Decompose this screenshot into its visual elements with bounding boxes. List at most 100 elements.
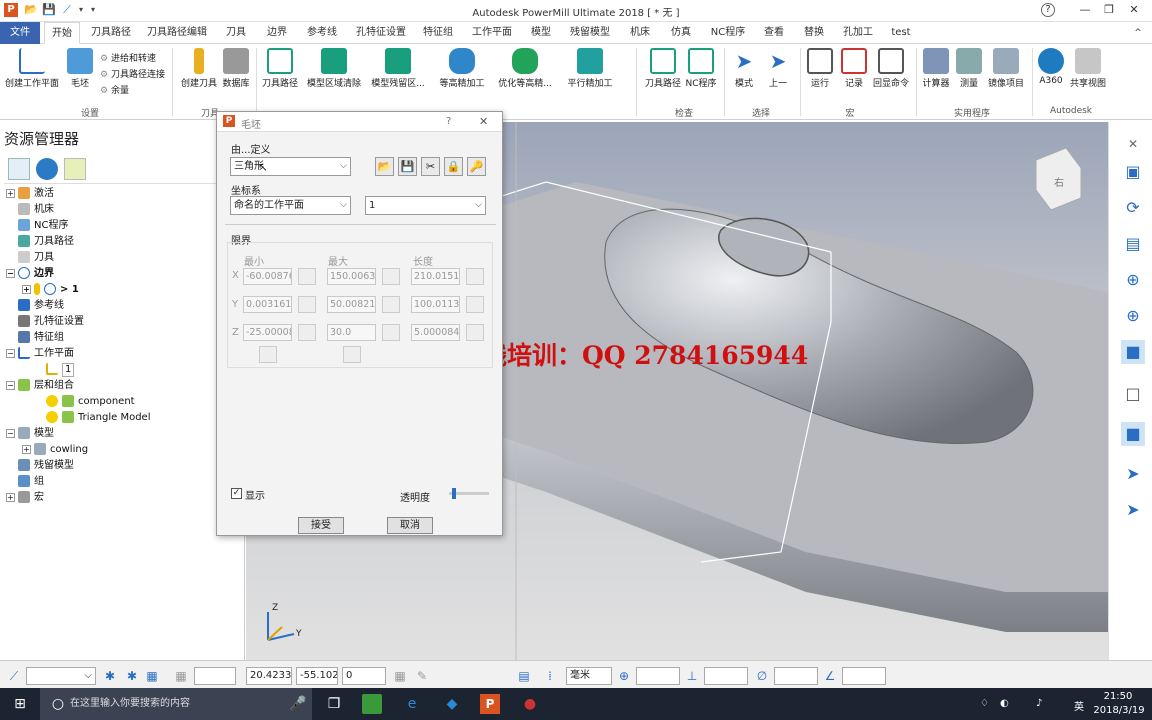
ribbon-collapse-icon[interactable]: ^ — [1128, 22, 1148, 44]
tree-item-boundary-1[interactable]: + > 1 — [22, 282, 79, 298]
zoom-in-icon[interactable]: ⊕ — [1121, 304, 1145, 328]
close-toolbar-icon[interactable]: ✕ — [1121, 132, 1145, 156]
recorder-icon[interactable]: ● — [520, 694, 540, 714]
optimized-constant-z-button[interactable]: 优化等高精... — [494, 48, 556, 89]
zoom-refresh-icon[interactable]: ⟳ — [1121, 196, 1145, 220]
y-min-lock-icon[interactable] — [298, 296, 316, 313]
tree-item-boundaries[interactable]: − 边界 — [6, 266, 54, 282]
open-model-icon[interactable]: 📂 — [375, 157, 394, 176]
taskbar-search-box[interactable]: 在这里输入你要搜索的内容 — [40, 688, 312, 720]
z-min-field[interactable]: -25.00008 — [243, 324, 292, 341]
define-by-select[interactable]: 三角形 ⌵ — [230, 157, 351, 176]
tree-item-levels[interactable]: − 层和组合 — [6, 378, 74, 394]
reset-min-icon[interactable] — [259, 346, 277, 363]
y-min-field[interactable]: 0.003161 — [243, 296, 292, 313]
microphone-icon[interactable]: 🎤 — [288, 694, 308, 714]
diameter-icon[interactable]: ∅ — [754, 668, 770, 684]
app-icon-green[interactable] — [362, 694, 382, 714]
calculate-icon[interactable]: ✂ — [421, 157, 440, 176]
clock-date[interactable]: 2018/3/19 — [1092, 705, 1146, 716]
select-arrow-icon[interactable]: ➤ — [1121, 462, 1145, 486]
tab-pattern[interactable]: 参考线 — [303, 22, 341, 44]
dialog-close-button[interactable]: ✕ — [479, 115, 488, 128]
thickness-button[interactable]: ⚙ 余量 — [100, 83, 129, 96]
tree-item-stock-models[interactable]: 残留模型 — [6, 458, 74, 474]
reset-max-icon[interactable] — [343, 346, 361, 363]
raster-finish-button[interactable]: 平行精加工 — [562, 48, 618, 89]
recycle-bin-icon[interactable] — [64, 158, 86, 180]
coord-system-select[interactable]: 命名的工作平面 ⌵ — [230, 196, 351, 215]
tab-workplane[interactable]: 工作平面 — [470, 22, 514, 44]
tree-item-patterns[interactable]: 参考线 — [6, 298, 64, 314]
tool-axis-icon[interactable]: ⊥ — [684, 668, 700, 684]
close-button[interactable]: ✕ — [1124, 2, 1144, 18]
shaded-view-icon[interactable]: ■ — [1121, 340, 1145, 364]
lock-icon[interactable]: 🔒 — [444, 157, 463, 176]
z-max-field[interactable]: 30.0 — [327, 324, 376, 341]
powermill-taskbar-icon[interactable]: P — [480, 694, 500, 714]
measure-button[interactable]: 测量 — [954, 48, 984, 89]
document-refresh-icon[interactable]: ▤ — [1121, 232, 1145, 256]
zoom-fit-icon[interactable]: ⊕ — [1121, 268, 1145, 292]
tree-item-active[interactable]: + 激活 — [6, 186, 54, 202]
model-rest-clearance-button[interactable]: 模型残留区... — [368, 48, 428, 89]
tab-simulation[interactable]: 仿真 — [667, 22, 695, 44]
layers-app-icon[interactable]: ◆ — [442, 694, 462, 714]
stock-button[interactable]: 毛坯 — [64, 48, 96, 89]
tab-toolpath-edit[interactable]: 刀具路径编辑 — [145, 22, 209, 44]
dialog-help-button[interactable]: ? — [446, 116, 451, 127]
x-min-field[interactable]: -60.00876 — [243, 268, 292, 285]
create-tool-button[interactable]: 创建刀具 — [178, 48, 220, 89]
tool-axis-field[interactable] — [704, 667, 748, 685]
angle-field[interactable] — [842, 667, 886, 685]
y-max-lock-icon[interactable] — [382, 296, 400, 313]
cursor-icon[interactable]: ✱ — [124, 668, 140, 684]
tree-item-models[interactable]: − 模型 — [6, 426, 54, 442]
tab-model[interactable]: 模型 — [527, 22, 555, 44]
help-button[interactable]: ? — [1041, 3, 1055, 17]
tree-item-groups[interactable]: 组 — [6, 474, 44, 490]
y-length-field[interactable]: 100.0113 — [411, 296, 460, 313]
x-max-field[interactable]: 150.0063 — [327, 268, 376, 285]
restore-button[interactable]: ❐ — [1099, 2, 1119, 18]
tree-item-triangle-model[interactable]: Triangle Model — [46, 410, 150, 426]
globe-icon[interactable] — [36, 158, 58, 180]
tab-machine[interactable]: 机床 — [626, 22, 654, 44]
x-length-field[interactable]: 210.0151 — [411, 268, 460, 285]
tab-replace[interactable]: 替换 — [800, 22, 828, 44]
feeds-speeds-button[interactable]: ⚙ 进给和转速 — [100, 51, 156, 64]
numbers-icon[interactable]: ⁞ — [542, 668, 558, 684]
shared-views-button[interactable]: 共享视图 — [1068, 48, 1108, 89]
select-previous-button[interactable]: ➤ 上一 — [764, 48, 792, 89]
tab-home[interactable]: 开始 — [44, 22, 80, 44]
coord-mode-icon[interactable]: ▦ — [392, 668, 408, 684]
wireframe-view-icon[interactable]: □ — [1121, 382, 1145, 406]
tab-test[interactable]: test — [887, 22, 915, 44]
toolpaths-button[interactable]: 刀具路径 — [260, 48, 300, 89]
select-mode-button[interactable]: ➤ 模式 — [730, 48, 758, 89]
tree-item-nc-programs[interactable]: NC程序 — [6, 218, 68, 234]
model-area-clearance-button[interactable]: 模型区域清除 — [304, 48, 364, 89]
workplane-dropdown[interactable]: ⌵ — [26, 667, 96, 685]
run-macro-button[interactable]: 运行 — [806, 48, 834, 89]
y-coord-field[interactable]: -55.102 — [296, 667, 338, 685]
echo-commands-button[interactable]: 回显命令 — [872, 48, 910, 89]
tree-item-featuresets[interactable]: 特征组 — [6, 330, 64, 346]
snap-icon[interactable]: ✱ — [102, 668, 118, 684]
tab-featureset[interactable]: 特征组 — [420, 22, 456, 44]
camera-icon[interactable]: ▣ — [1121, 160, 1145, 184]
tab-hole-feature[interactable]: 孔特征设置 — [355, 22, 407, 44]
units-field[interactable]: 毫米 — [566, 667, 612, 685]
y-length-lock-icon[interactable] — [466, 296, 484, 313]
z-length-lock-icon[interactable] — [466, 324, 484, 341]
tab-view[interactable]: 查看 — [760, 22, 788, 44]
constant-z-finish-button[interactable]: 等高精加工 — [434, 48, 490, 89]
tab-toolpaths[interactable]: 刀具路径 — [88, 22, 134, 44]
tree-view-icon[interactable] — [8, 158, 30, 180]
tree-item-tools[interactable]: 刀具 — [6, 250, 54, 266]
verify-nc-button[interactable]: NC程序 — [684, 48, 718, 89]
tolerance-icon[interactable]: ⊕ — [616, 668, 632, 684]
x-max-lock-icon[interactable] — [382, 268, 400, 285]
tab-boundary[interactable]: 边界 — [262, 22, 292, 44]
leads-links-button[interactable]: ⚙ 刀具路径连接 — [100, 67, 165, 80]
